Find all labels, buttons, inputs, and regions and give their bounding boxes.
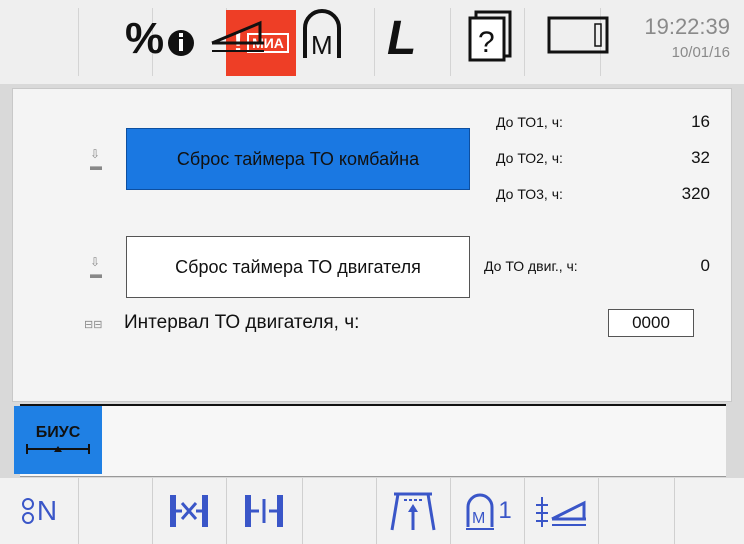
to1-value: 16 [691,112,710,131]
connected-indicator [226,478,303,544]
power-m-icon: M [466,493,495,530]
gear-dots-icon [21,498,34,524]
svg-text:M: M [472,510,485,527]
disconnected-icon [170,495,208,527]
to2-label: До ТО2, ч: [496,150,563,166]
disconnected-indicator [152,478,227,544]
biuss-icon [26,444,90,454]
power-mode-value: 1 [498,497,512,524]
top-status-bar [0,0,744,84]
svg-text:M: M [311,30,333,60]
bottom-status-bar: N M 1 [0,478,744,544]
status-slot-5 [302,478,377,544]
biuss-label: БИУС [35,424,81,441]
connected-icon [245,495,283,527]
clock: 19:22:39 10/01/16 [644,14,730,61]
svg-text:%: % [125,14,164,61]
power-mode-indicator: M 1 [450,478,525,544]
header-button[interactable] [206,6,270,64]
to3-value: 320 [681,184,710,203]
biuss-button[interactable]: БИУС [14,406,102,474]
reel-indicator [376,478,451,544]
engine-info-button[interactable]: % [116,6,206,64]
l-button[interactable]: L [378,6,436,64]
engine-to-value: 0 [700,256,710,275]
svg-text:?: ? [478,26,495,59]
screen-button[interactable] [540,6,616,64]
to1-label: До ТО1, ч: [496,114,563,130]
interval-label: Интервал ТО двигателя, ч: [124,312,360,333]
reel-icon [390,492,436,531]
header-height-icon [536,497,586,527]
screen-icon [547,16,609,54]
gear-label: N [36,495,58,526]
status-slot-9 [598,478,675,544]
engine-info-icon: % [125,14,194,61]
l-icon: L [387,12,416,60]
header-icon [211,20,264,52]
reset-combine-timer-button[interactable]: Сброс таймера ТО комбайна [126,128,470,190]
numeric-input-icon: ⊟⊟ [84,319,103,331]
function-toolbar [20,404,726,477]
gear-neutral-indicator: N [0,478,79,544]
m-button[interactable]: M [290,6,354,64]
reset-engine-icon: ⇩ ▬ [90,255,102,281]
to3-label: До ТО3, ч: [496,186,563,202]
to2-value: 32 [691,148,710,167]
clock-time: 19:22:39 [644,14,730,39]
status-slot-2 [78,478,153,544]
status-cell-1 [0,8,79,76]
engine-to-label: До ТО двиг., ч: [484,258,578,274]
reset-engine-timer-button[interactable]: Сброс таймера ТО двигателя [126,236,470,298]
svg-text:L: L [387,12,416,60]
help-button[interactable]: ? [458,6,522,64]
m-icon: M [303,9,341,60]
help-icon: ? [468,10,512,62]
reset-combine-icon: ⇩ ▬ [90,147,102,173]
interval-input[interactable]: 0000 [608,309,694,337]
clock-date: 10/01/16 [671,44,730,61]
header-height-indicator [524,478,599,544]
